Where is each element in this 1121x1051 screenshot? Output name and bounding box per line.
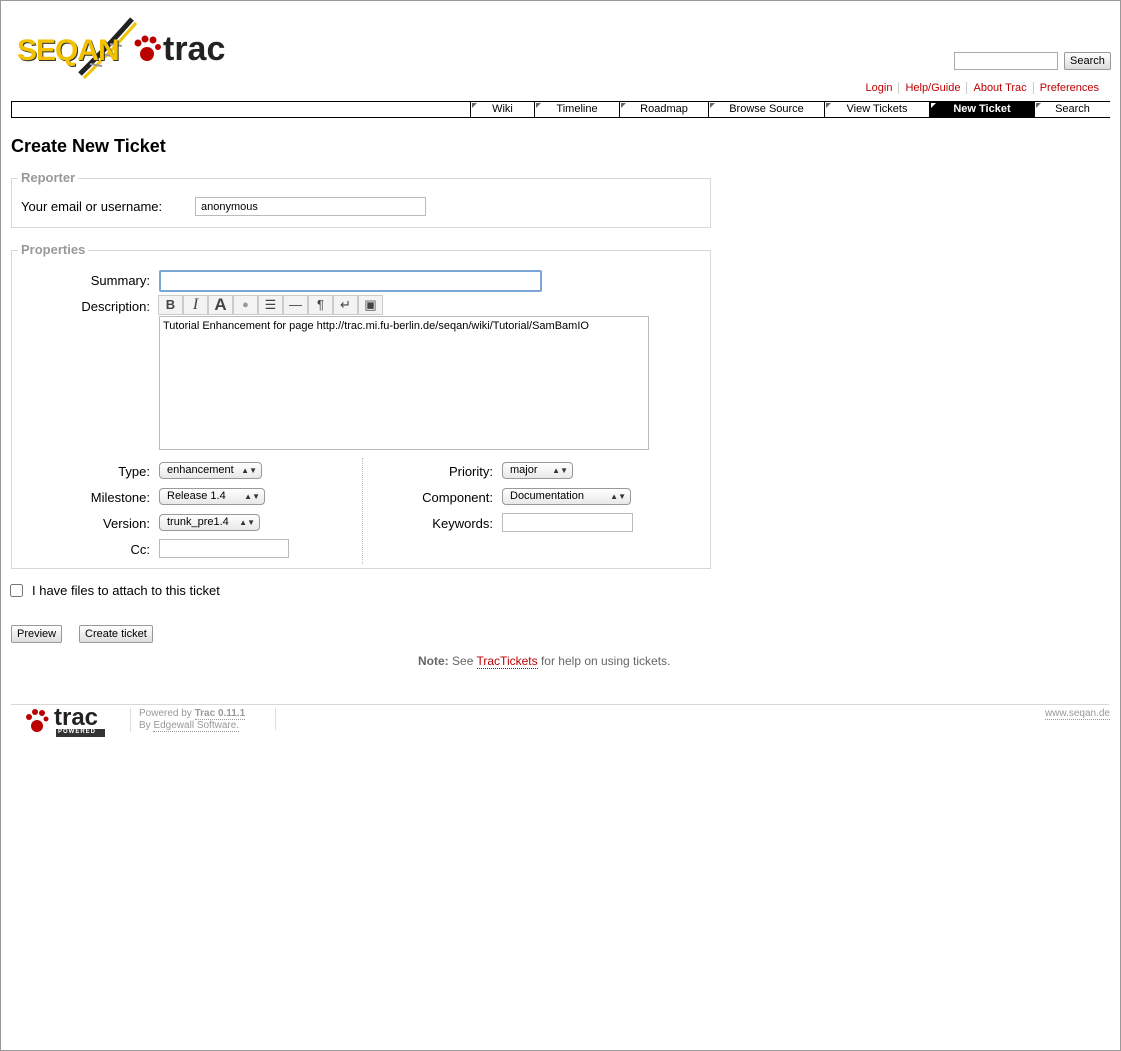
summary-label: Summary: [90,273,150,288]
logo-trac-text: trac [163,30,226,68]
footer-divider [11,704,1109,705]
tab-browse-source[interactable]: Browse Source [708,102,824,117]
note-prefix: Note: [418,654,449,668]
help-guide-link[interactable]: Help/Guide [898,82,967,94]
properties-legend: Properties [18,242,89,257]
priority-select[interactable]: major ▲▼ [502,462,573,479]
reporter-label: Your email or username: [21,199,163,214]
horizontal-rule-icon[interactable]: — [283,295,308,315]
link-icon[interactable]: ● [233,295,258,315]
reporter-legend: Reporter [18,170,79,185]
milestone-label: Milestone: [90,490,150,505]
priority-select-value: major [510,464,538,476]
keywords-label: Keywords: [432,516,493,531]
type-select[interactable]: enhancement ▲▼ [159,462,262,479]
help-note: Note: See TracTickets for help on using … [418,654,671,669]
milestone-select[interactable]: Release 1.4 ▲▼ [159,488,265,505]
component-label: Component: [422,490,493,505]
preview-button[interactable]: Preview [11,625,63,643]
priority-label: Priority: [448,464,493,479]
column-divider [362,458,363,564]
select-arrows-icon: ▲▼ [552,466,568,475]
type-select-value: enhancement [167,464,234,476]
version-select[interactable]: trunk_pre1.4 ▲▼ [159,514,260,531]
component-select-value: Documentation [510,490,584,502]
select-arrows-icon: ▲▼ [239,518,255,527]
create-ticket-button[interactable]: Create ticket [79,625,153,643]
header-search-input[interactable] [954,52,1058,70]
attach-files-label: I have files to attach to this ticket [32,583,220,598]
trac-tickets-link[interactable]: TracTickets [476,654,538,669]
reporter-input[interactable] [195,197,426,216]
powered-by: Powered by Trac 0.11.1 By Edgewall Softw… [130,708,246,732]
tab-roadmap[interactable]: Roadmap [619,102,708,117]
page-title: Create New Ticket [11,136,166,156]
image-icon[interactable]: ▣ [358,295,383,315]
keywords-input[interactable] [502,513,633,532]
header-search: Search [954,52,1111,70]
footer-logo-text: trac [54,704,99,731]
meta-navigation: Login Help/Guide About Trac Preferences [860,82,1105,94]
cc-input[interactable] [159,539,289,558]
paw-icon [134,35,161,61]
trac-powered-logo[interactable]: trac POWERED [25,704,109,741]
tab-search[interactable]: Search [1034,102,1110,117]
login-link[interactable]: Login [860,82,899,94]
select-arrows-icon: ▲▼ [244,492,260,501]
footer-logo-subtext: POWERED [58,729,97,735]
header-search-button[interactable]: Search [1064,52,1111,70]
by-text: By [139,720,151,731]
trac-version-link[interactable]: Trac 0.11.1 [194,708,246,720]
cc-label: Cc: [130,542,151,557]
powered-by-text: Powered by [139,708,192,719]
paragraph-icon[interactable]: ¶ [308,295,333,315]
heading-icon[interactable]: A [208,295,233,315]
code-icon[interactable]: ☰ [258,295,283,315]
italic-icon[interactable]: I [183,295,208,315]
about-trac-link[interactable]: About Trac [966,82,1033,94]
bold-icon[interactable]: B [158,295,183,315]
select-arrows-icon: ▲▼ [610,492,626,501]
version-select-value: trunk_pre1.4 [167,516,229,528]
component-select[interactable]: Documentation ▲▼ [502,488,631,505]
milestone-select-value: Release 1.4 [167,490,226,502]
type-label: Type: [118,464,150,479]
line-break-icon[interactable]: ↵ [333,295,358,315]
tab-new-ticket[interactable]: New Ticket [929,102,1034,117]
tab-wiki[interactable]: Wiki [470,102,534,117]
description-label: Description: [81,299,150,314]
logo-seqan-text: SEQAN [17,34,120,67]
reporter-fieldset: Reporter Your email or username: [11,170,711,228]
edgewall-link[interactable]: Edgewall Software. [153,720,240,732]
main-navigation: Wiki Timeline Roadmap Browse Source View… [11,101,1110,118]
note-text-see: See [452,654,474,668]
tab-view-tickets[interactable]: View Tickets [824,102,929,117]
note-text-help: for help on using tickets. [540,654,671,668]
site-link[interactable]: www.seqan.de [1044,708,1110,720]
description-textarea[interactable]: Tutorial Enhancement for page http://tra… [159,316,649,450]
site-logo[interactable]: SEQAN trac [15,12,230,84]
attach-files-checkbox[interactable] [10,584,23,597]
select-arrows-icon: ▲▼ [241,466,257,475]
preferences-link[interactable]: Preferences [1032,82,1105,94]
tab-timeline[interactable]: Timeline [534,102,619,117]
version-label: Version: [103,516,150,531]
summary-input[interactable] [159,270,542,292]
footer-separator [275,708,276,730]
